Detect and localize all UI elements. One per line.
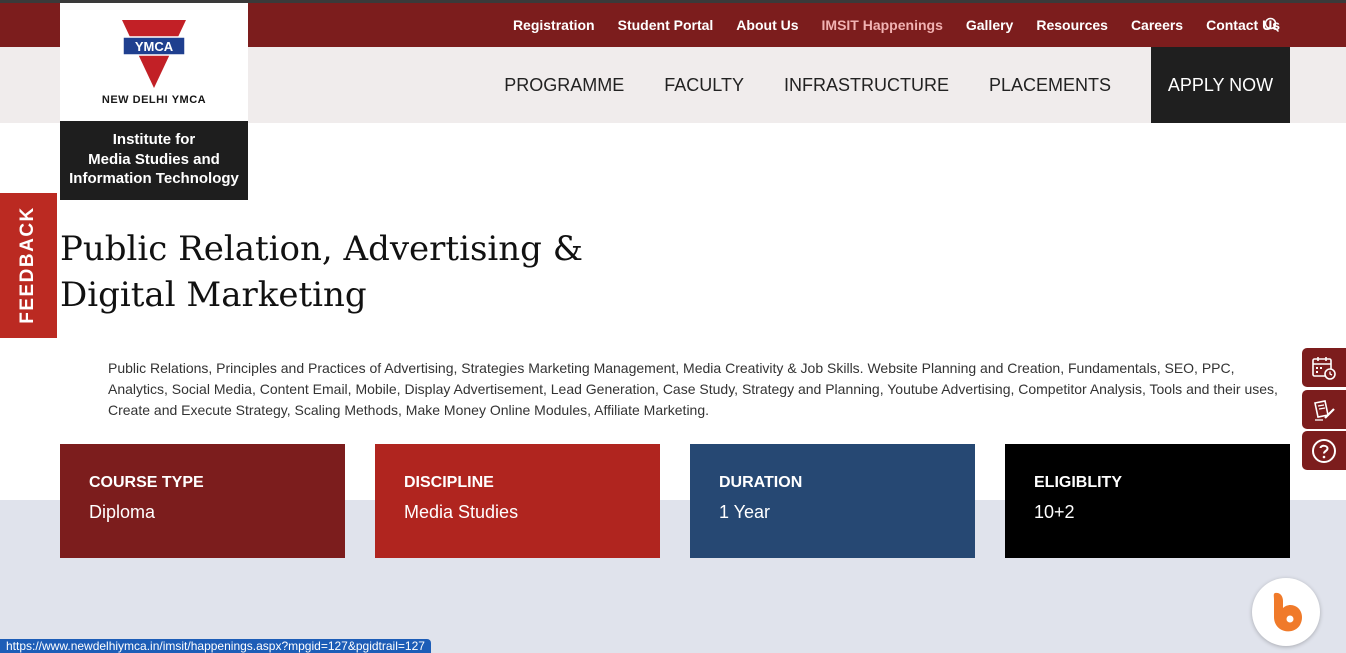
top-link-careers[interactable]: Careers [1131, 17, 1183, 33]
page-title: Public Relation, Advertising & Digital M… [60, 229, 584, 315]
ymca-triangle-logo: YMCA [122, 20, 186, 88]
card-value: Media Studies [404, 502, 519, 522]
top-link-resources[interactable]: Resources [1036, 17, 1108, 33]
nav-faculty[interactable]: FACULTY [664, 75, 744, 96]
feedback-tab[interactable]: FEEDBACK [0, 193, 57, 338]
status-bar-url: https://www.newdelhiymca.in/imsit/happen… [0, 639, 431, 653]
card-value: 10+2 [1034, 502, 1075, 522]
card-label: COURSE TYPE [89, 474, 204, 491]
nav-placements[interactable]: PLACEMENTS [989, 75, 1111, 96]
top-link-registration[interactable]: Registration [513, 17, 595, 33]
main-nav: PROGRAMME FACULTY INFRASTRUCTURE PLACEME… [504, 47, 1290, 123]
chat-bot-icon [1273, 592, 1303, 632]
logo-city-caption: NEW DELHI YMCA [60, 94, 248, 106]
card-label: DISCIPLINE [404, 474, 494, 491]
top-link-imsit-happenings[interactable]: IMSIT Happenings [822, 17, 943, 33]
chat-widget-button[interactable] [1252, 578, 1320, 646]
card-value: Diploma [89, 502, 156, 522]
calendar-clock-button[interactable] [1302, 348, 1346, 387]
site-logo[interactable]: YMCA NEW DELHI YMCA [60, 3, 248, 121]
logo-emblem-text: YMCA [135, 39, 174, 54]
top-utility-nav: Registration Student Portal About Us IMS… [490, 3, 1280, 47]
card-label: DURATION [719, 474, 803, 491]
card-label: ELIGIBLITY [1034, 474, 1122, 491]
institute-line-1: Institute for [112, 131, 196, 148]
feedback-label: FEEDBACK [17, 206, 38, 324]
top-link-about-us[interactable]: About Us [736, 17, 798, 33]
apply-now-button[interactable]: APPLY NOW [1151, 47, 1290, 123]
discipline-card: DISCIPLINE Media Studies [375, 444, 660, 558]
institute-name-box: Institute for Media Studies and Informat… [60, 121, 248, 200]
question-icon [1312, 438, 1336, 463]
duration-card: DURATION 1 Year [690, 444, 975, 558]
course-description: Public Relations, Principles and Practic… [108, 360, 1278, 418]
calendar-clock-icon [1312, 356, 1336, 380]
application-form-button[interactable] [1302, 390, 1346, 429]
help-button[interactable] [1302, 431, 1346, 470]
logo-city-prefix: NEW DELHI [101, 94, 169, 106]
search-icon[interactable] [1264, 17, 1280, 33]
course-type-card: COURSE TYPE Diploma [60, 444, 345, 558]
eligibility-card: ELIGIBLITY 10+2 [1005, 444, 1290, 558]
top-link-student-portal[interactable]: Student Portal [618, 17, 714, 33]
logo-city-suffix: YMCA [171, 94, 207, 106]
nav-infrastructure[interactable]: INFRASTRUCTURE [784, 75, 949, 96]
institute-line-2: Media Studies and [88, 150, 220, 168]
form-pen-icon [1314, 399, 1335, 421]
top-link-gallery[interactable]: Gallery [966, 17, 1013, 33]
card-value: 1 Year [719, 502, 771, 522]
institute-line-3: Information Technology [69, 170, 239, 187]
nav-programme[interactable]: PROGRAMME [504, 75, 624, 96]
